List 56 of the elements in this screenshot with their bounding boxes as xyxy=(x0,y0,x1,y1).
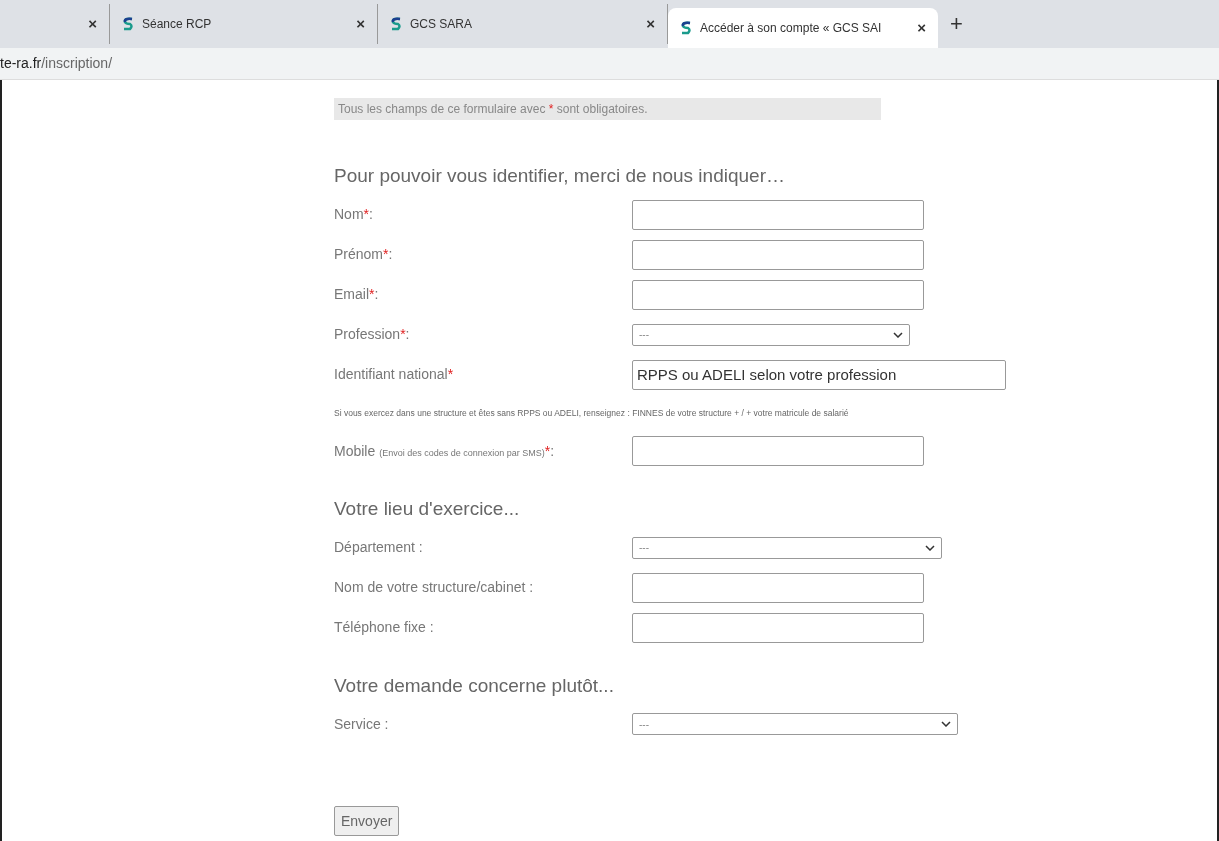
field-label: Email xyxy=(334,285,369,304)
help-text: Si vous exercez dans une structure et êtes sans RPPS ou ADELI, renseignez : FINNES de votre structure + / + votre matricule de salarié xyxy=(334,406,850,420)
close-icon[interactable]: × xyxy=(646,12,655,36)
tab-title: Accéder à son compte « GCS SAI xyxy=(700,20,883,37)
input-field[interactable] xyxy=(632,279,924,310)
caret-icon xyxy=(941,721,951,728)
section-heading: Votre lieu d'exercice... xyxy=(334,497,521,522)
new-tab-button[interactable]: + xyxy=(938,7,975,48)
browser-tab[interactable]: × xyxy=(0,4,110,44)
required-notice: Tous les champs de ce formulaire avec * sont obligatoires. xyxy=(334,98,881,120)
submit-button[interactable]: Envoyer xyxy=(334,806,400,837)
select-value: --- xyxy=(639,541,649,556)
input-field[interactable] xyxy=(632,436,924,467)
url-text[interactable]: te-ra.fr/inscription/ xyxy=(0,53,113,74)
input-field[interactable] xyxy=(632,199,924,230)
logo-icon xyxy=(680,21,692,35)
field-label: Profession xyxy=(334,325,401,344)
field-label: Nom xyxy=(334,205,364,224)
caret-icon xyxy=(925,544,935,551)
input-field[interactable] xyxy=(632,572,924,603)
field-label: Prénom xyxy=(334,245,384,264)
browser-tab[interactable]: Accéder à son compte « GCS SAI × xyxy=(668,8,938,48)
required-mark: * xyxy=(400,325,406,344)
select-dropdown[interactable]: --- xyxy=(632,536,942,559)
label-colon: : xyxy=(374,285,379,304)
tab-title: Séance RCP xyxy=(142,16,213,33)
select-dropdown[interactable]: --- xyxy=(632,323,910,346)
close-icon[interactable]: × xyxy=(88,12,97,36)
label-colon: : xyxy=(550,441,555,461)
browser-tab[interactable]: Séance RCP × xyxy=(110,4,378,44)
label-colon: : xyxy=(405,325,410,344)
field-label: Téléphone fixe : xyxy=(334,618,434,638)
field-note: (Envoi des codes de connexion par SMS) xyxy=(379,447,545,460)
tab-title: GCS SARA xyxy=(410,16,473,33)
logo-icon xyxy=(390,17,402,31)
field-label: Service : xyxy=(334,714,389,734)
input-field[interactable]: RPPS ou ADELI selon votre profession xyxy=(632,359,1006,390)
logo-icon xyxy=(122,17,134,31)
select-value: --- xyxy=(639,717,649,732)
section-heading: Votre demande concerne plutôt... xyxy=(334,673,615,698)
required-mark: * xyxy=(363,205,369,224)
field-label: Département : xyxy=(334,538,423,558)
label-colon: : xyxy=(388,245,393,264)
field-label: Mobile xyxy=(334,441,376,461)
caret-icon xyxy=(893,331,903,338)
field-label: Identifiant national xyxy=(334,365,448,384)
select-value: --- xyxy=(639,328,649,342)
section-heading: Pour pouvoir vous identifier, merci de nous indiquer… xyxy=(334,164,786,188)
field-label: Nom de votre structure/cabinet : xyxy=(334,578,534,598)
input-field[interactable] xyxy=(632,239,924,270)
label-colon: : xyxy=(369,205,373,224)
close-icon[interactable]: × xyxy=(356,12,365,36)
required-mark: * xyxy=(447,365,454,384)
select-dropdown[interactable]: --- xyxy=(632,713,958,736)
close-icon[interactable]: × xyxy=(917,16,926,40)
input-field[interactable] xyxy=(632,612,924,643)
